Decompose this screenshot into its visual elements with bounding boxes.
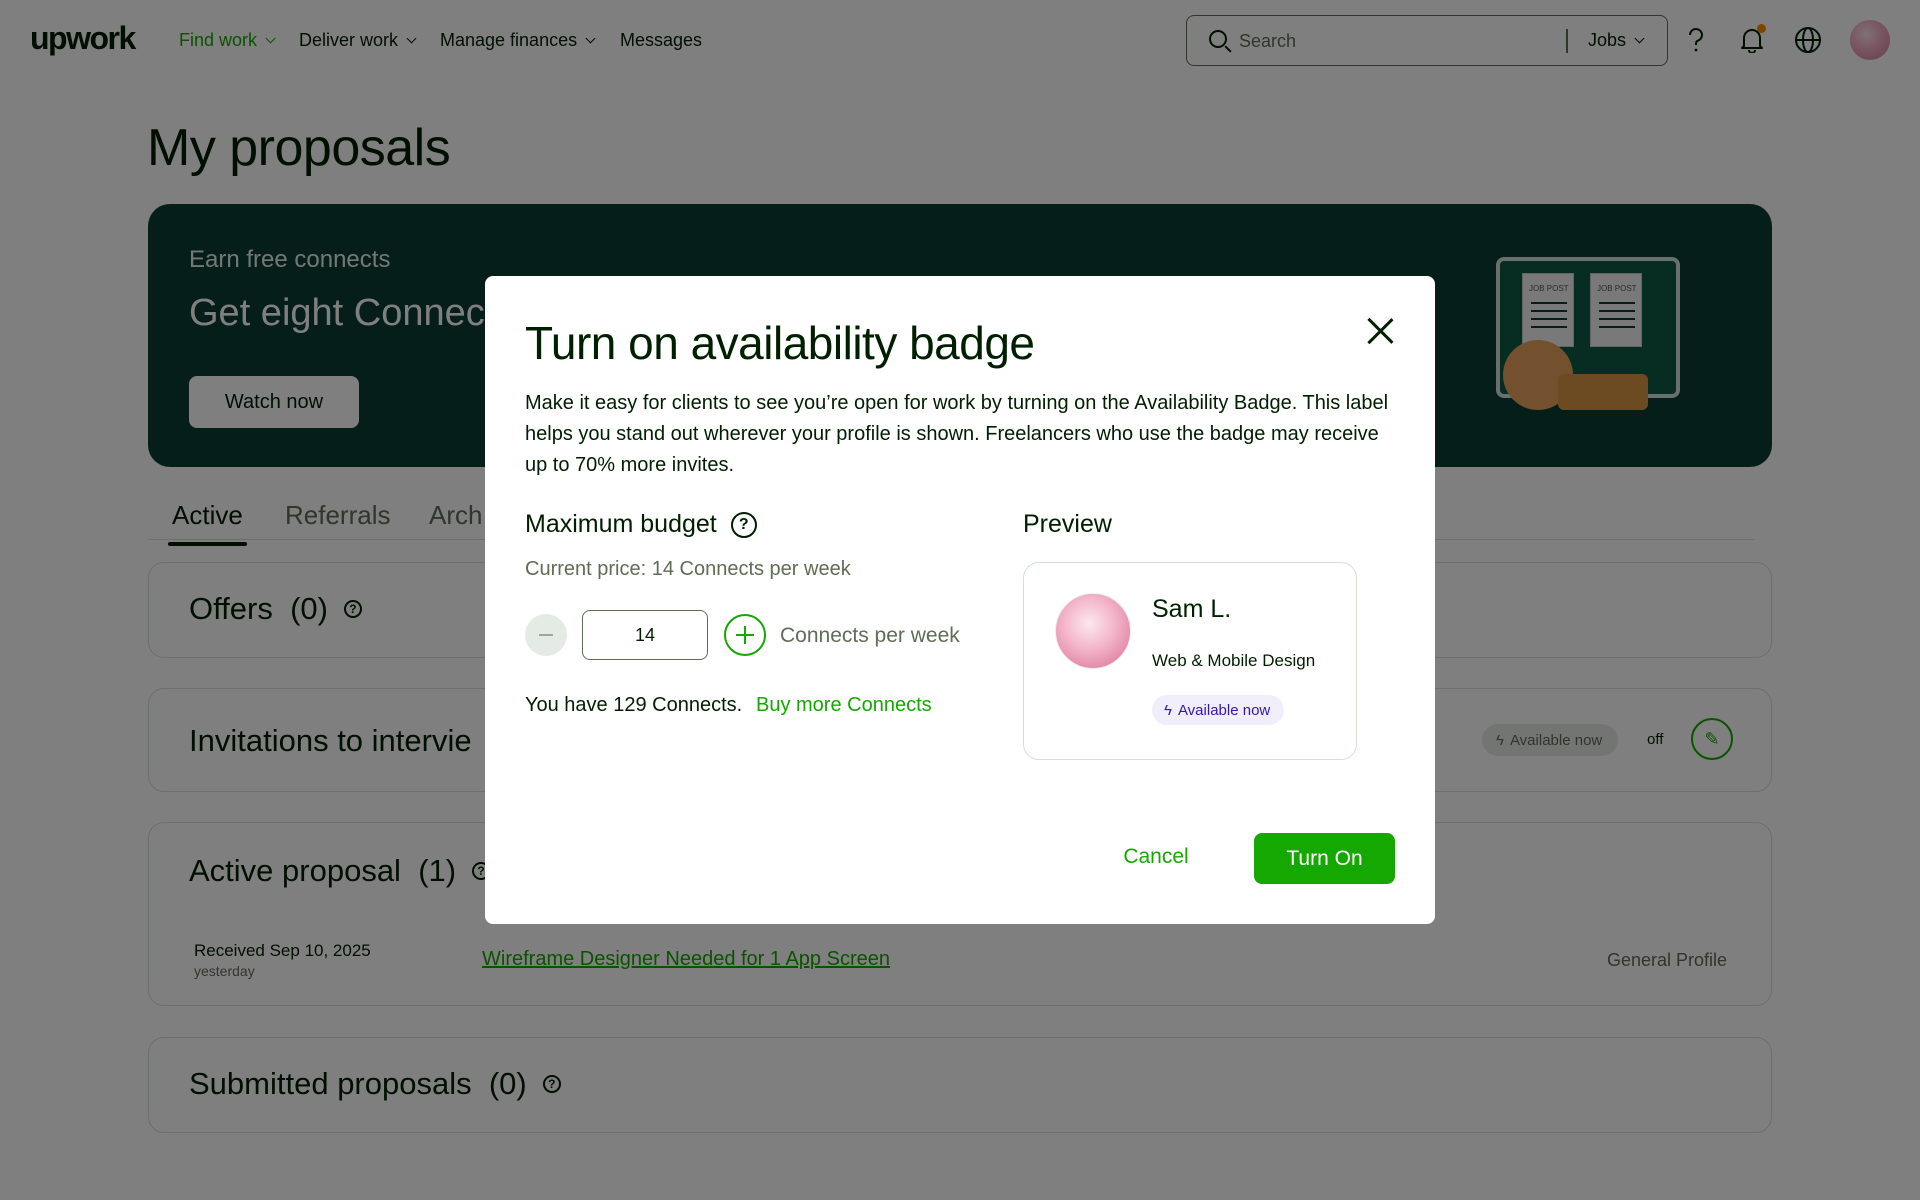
preview-role: Web & Mobile Design: [1152, 651, 1316, 670]
current-price: Current price: 14 Connects per week: [525, 558, 851, 580]
help-icon[interactable]: ?: [730, 511, 757, 538]
lightning-icon: ϟ: [1164, 701, 1172, 719]
buy-connects-link[interactable]: Buy more Connects: [756, 694, 932, 717]
connects-quantity-input[interactable]: [582, 610, 708, 660]
max-budget-label: Maximum budget: [525, 510, 717, 538]
preview-availability-badge: ϟ Available now: [1152, 695, 1285, 725]
stepper-unit-label: Connects per week: [780, 624, 960, 647]
max-budget-heading: Maximum budget ?: [525, 510, 757, 539]
preview-name: Sam L.: [1152, 595, 1232, 623]
turn-on-button[interactable]: Turn On: [1254, 833, 1395, 884]
modal-title: Turn on availability badge: [525, 317, 1035, 369]
modal-description: Make it easy for clients to see you’re o…: [525, 392, 1389, 476]
availability-badge-modal: Turn on availability badge Make it easy …: [485, 276, 1435, 924]
preview-heading: Preview: [1023, 510, 1112, 538]
preview-card: Sam L. Web & Mobile Design ϟ Available n…: [1023, 562, 1357, 760]
increment-button[interactable]: [724, 614, 766, 656]
decrement-button[interactable]: [525, 614, 567, 656]
preview-avatar: [1055, 593, 1131, 669]
preview-badge-label: Available now: [1177, 701, 1271, 719]
connects-balance: You have 129 Connects.: [525, 694, 743, 716]
close-icon[interactable]: [1365, 316, 1395, 346]
cancel-button[interactable]: Cancel: [1105, 833, 1207, 881]
